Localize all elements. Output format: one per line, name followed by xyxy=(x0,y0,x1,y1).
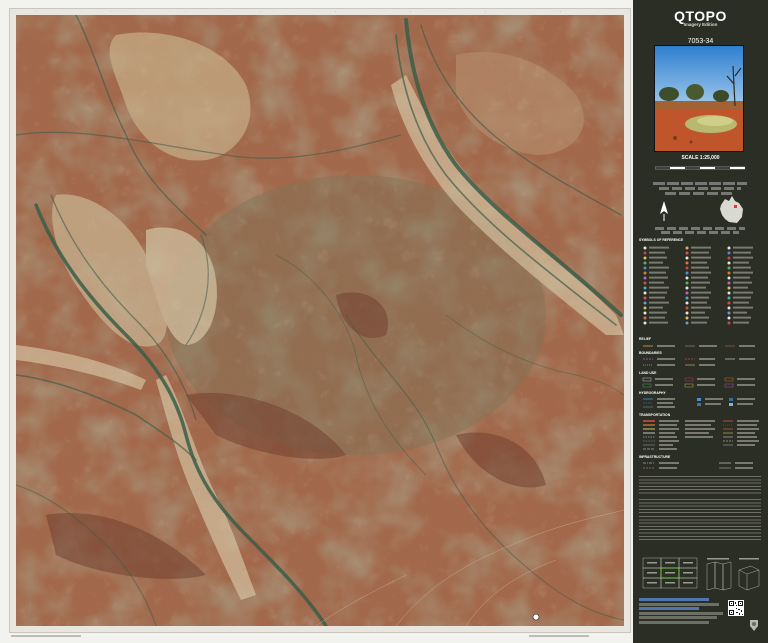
fold-diagram xyxy=(706,558,760,591)
notes-paragraph-2 xyxy=(639,499,761,513)
sheet-number: 7053-34 xyxy=(687,38,714,45)
grid-tick-top: · xyxy=(185,9,187,14)
grid-tick-top: · xyxy=(260,9,262,14)
grid-tick-top: · xyxy=(410,9,412,14)
map-marker-icon[interactable] xyxy=(532,613,540,621)
scale-label: SCALE 1:25,000 xyxy=(681,155,720,161)
legend-transportation xyxy=(643,420,759,450)
brand-subtitle: Imagery Edition xyxy=(683,22,718,27)
notes-paragraph-3 xyxy=(639,516,761,542)
grid-tick-top: · xyxy=(485,9,487,14)
legend-heading-hydrography: HYDROGRAPHY xyxy=(639,391,666,395)
grid-tick-top: · xyxy=(110,9,112,14)
legend-reference-grid xyxy=(643,246,753,325)
legend-heading-land-use: LAND USE xyxy=(639,371,657,375)
image-grain xyxy=(16,15,624,626)
grid-tick-top: · xyxy=(560,9,562,14)
scale-bar xyxy=(655,166,745,170)
legend-heading-reference: SYMBOLS OF REFERENCE xyxy=(639,238,684,242)
adjoining-sheets-index xyxy=(642,557,698,589)
qr-code-icon[interactable] xyxy=(728,600,744,616)
legend-infrastructure xyxy=(643,462,753,469)
notes-paragraph-1 xyxy=(639,476,761,496)
outback-photo xyxy=(655,46,743,151)
legend-heading-infrastructure: INFRASTRUCTURE xyxy=(639,455,671,459)
bottom-credits xyxy=(9,634,631,640)
map-sheet: · · · · · · · · QTOPO Imagery Edition 70… xyxy=(0,0,768,643)
grid-tick-top: · xyxy=(36,9,38,14)
queensland-crest-icon xyxy=(750,620,758,631)
legend-panel: QTOPO Imagery Edition 7053-34 SCALE 1:25… xyxy=(633,0,768,643)
locator-text xyxy=(639,226,761,235)
satellite-imagery[interactable] xyxy=(16,15,624,626)
imagery-svg xyxy=(16,15,624,626)
north-arrow-icon xyxy=(660,201,668,221)
legend-heading-boundaries: BOUNDARIES xyxy=(639,351,662,355)
australia-locator-icon xyxy=(720,196,743,223)
footer-links[interactable] xyxy=(639,598,725,624)
grid-tick-top: · xyxy=(335,9,337,14)
cover-photo[interactable] xyxy=(654,45,744,152)
legend-relief xyxy=(643,345,755,347)
legend-boundaries xyxy=(643,358,755,366)
legend-heading-relief: RELIEF xyxy=(639,337,652,341)
legend-heading-transportation: TRANSPORTATION xyxy=(639,413,671,417)
legend-hydrography xyxy=(643,398,755,408)
map-frame: · · · · · · · · xyxy=(9,8,631,633)
legend-land-use xyxy=(642,377,755,388)
